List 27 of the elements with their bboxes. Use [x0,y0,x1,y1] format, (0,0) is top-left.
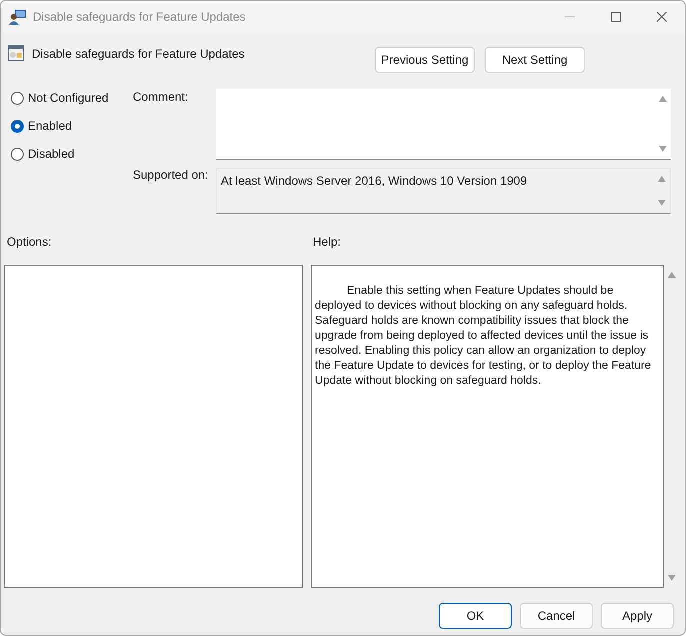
state-radio[interactable]: Disabled [11,145,129,163]
window-title: Disable safeguards for Feature Updates [33,9,246,26]
scroll-down-icon[interactable] [667,574,677,582]
state-radio[interactable]: Enabled [11,117,129,135]
maximize-icon[interactable] [611,12,621,22]
scroll-down-icon[interactable] [657,199,667,207]
supported-on-text: At least Windows Server 2016, Windows 10 Version 1909 [220,173,528,190]
setting-nav-button[interactable]: Previous Setting [375,47,475,73]
dialog-button[interactable]: Cancel [520,603,593,629]
scroll-up-icon[interactable] [667,271,677,279]
dialog-button[interactable]: Apply [601,603,674,629]
state-radio[interactable]: Not Configured [11,89,129,107]
scroll-up-icon[interactable] [657,175,667,183]
dialog-button[interactable]: OK [439,603,512,629]
setting-nav-button[interactable]: Next Setting [485,47,585,73]
policy-icon [8,45,24,61]
comment-field[interactable] [216,89,671,160]
help-label: Help: [313,234,342,251]
supported-on-label: Supported on: [132,167,210,184]
close-icon[interactable] [657,12,667,22]
scroll-up-icon[interactable] [658,95,668,103]
scroll-down-icon[interactable] [658,145,668,153]
help-text: Enable this setting when Feature Updates should be deployed to devices without blocking on any safeguard holds. Safeguard holds are known compatibility issues that block the upgrade from being deployed to affected devices until the issue is resolved. Enabling this policy can allow an organization to deploy the Feature Update to devices for testing, or to deploy the Feature Update without blocking on safeguard holds. [315,284,652,389]
policy-title: Disable safeguards for Feature Updates [32,46,245,63]
comment-label: Comment: [132,89,190,106]
options-label: Options: [6,234,53,251]
computer-user-icon [9,9,27,25]
